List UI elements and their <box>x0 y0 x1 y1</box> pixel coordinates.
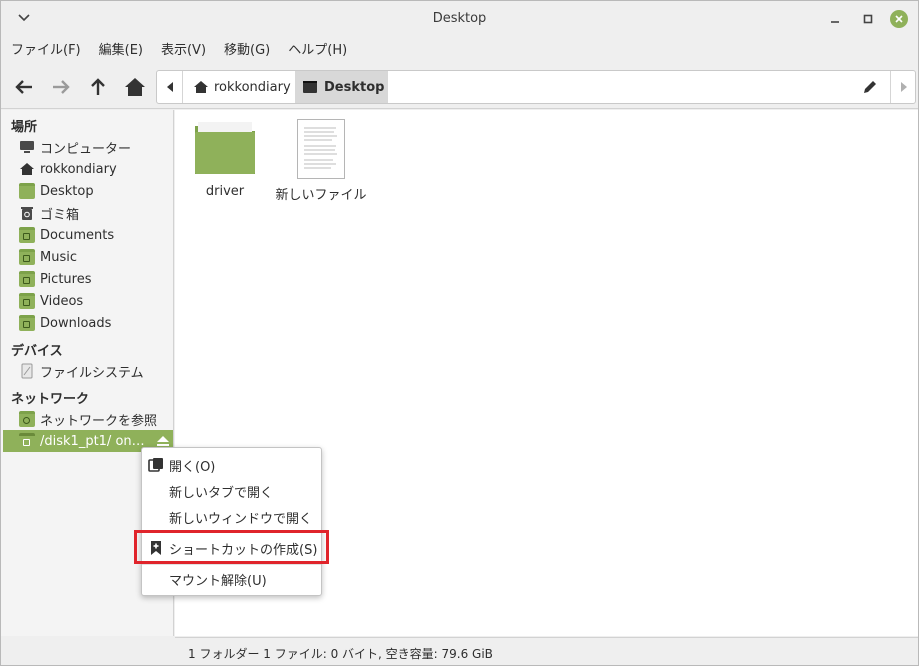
arrow-left-icon <box>15 80 32 94</box>
sidebar-item-trash[interactable]: ゴミ箱 <box>3 202 173 224</box>
window-title: Desktop <box>432 11 487 26</box>
minimize-icon <box>831 21 839 23</box>
close-button[interactable] <box>890 10 908 28</box>
sidebar-header-devices: デバイス <box>11 344 63 359</box>
computer-icon <box>20 141 34 153</box>
sidebar-header-network: ネットワーク <box>11 392 90 407</box>
sidebar-item-downloads[interactable]: Downloads <box>3 312 173 334</box>
triangle-right-icon <box>900 82 907 92</box>
arrow-right-icon <box>53 80 70 94</box>
title-bar[interactable]: Desktop <box>1 1 918 37</box>
file-item-folder[interactable]: driver <box>175 118 275 199</box>
sidebar-item-desktop[interactable]: Desktop <box>3 180 173 202</box>
menu-separator <box>142 564 321 565</box>
music-folder-icon <box>19 249 35 265</box>
triangle-left-icon <box>166 82 173 92</box>
drive-icon <box>21 363 33 379</box>
toolbar: rokkondiary Desktop <box>1 65 918 109</box>
minimize-button[interactable] <box>826 10 844 28</box>
sidebar-item-label: ネットワークを参照 <box>40 413 158 429</box>
home-icon <box>20 163 34 175</box>
folder-icon <box>195 122 255 174</box>
sidebar-item-home[interactable]: rokkondiary <box>3 158 173 180</box>
status-text: 1 フォルダー 1 ファイル: 0 バイト, 空き容量: 79.6 GiB <box>188 647 493 661</box>
menu-go[interactable]: 移動(G) <box>215 39 279 63</box>
downloads-folder-icon <box>19 315 35 331</box>
sidebar-item-label: ゴミ箱 <box>40 207 80 223</box>
menu-item-label: 新しいウィンドウで開く <box>169 511 313 527</box>
home-button[interactable] <box>122 75 148 99</box>
sidebar-item-label: /disk1_pt1/ on ... <box>40 433 148 449</box>
menu-item-open-new-window[interactable]: 新しいウィンドウで開く <box>142 504 321 530</box>
sidebar-item-label: Desktop <box>40 183 94 199</box>
breadcrumb-home-label: rokkondiary <box>214 79 291 95</box>
breadcrumb-home[interactable]: rokkondiary <box>184 71 304 103</box>
home-icon <box>194 81 208 93</box>
sidebar-item-filesystem[interactable]: ファイルシステム <box>3 360 173 382</box>
status-bar: 1 フォルダー 1 ファイル: 0 バイト, 空き容量: 79.6 GiB <box>175 637 918 665</box>
sidebar-item-label: Pictures <box>40 271 92 287</box>
menu-help[interactable]: ヘルプ(H) <box>279 39 356 63</box>
sidebar-item-pictures[interactable]: Pictures <box>3 268 173 290</box>
sidebar-item-label: コンピューター <box>40 141 132 157</box>
maximize-button[interactable] <box>859 10 877 28</box>
up-button[interactable] <box>85 75 111 99</box>
sidebar-item-label: ファイルシステム <box>40 365 144 381</box>
network-share-icon <box>19 433 35 449</box>
forward-button[interactable] <box>48 75 74 99</box>
file-label: 新しいファイル <box>275 188 367 203</box>
menu-item-label: マウント解除(U) <box>169 573 267 589</box>
pencil-icon[interactable] <box>862 79 878 95</box>
eject-icon[interactable] <box>156 434 170 448</box>
sidebar-item-label: rokkondiary <box>40 161 117 177</box>
breadcrumb-current[interactable]: Desktop <box>295 71 388 103</box>
pictures-folder-icon <box>19 271 35 287</box>
arrow-up-icon <box>91 78 105 95</box>
menu-edit[interactable]: 編集(E) <box>90 39 152 63</box>
open-icon <box>148 458 163 472</box>
desktop-folder-icon <box>303 81 317 93</box>
path-scroll-right-button[interactable] <box>890 71 915 103</box>
maximize-icon <box>863 14 873 24</box>
menu-item-open[interactable]: 開く(O) <box>142 452 321 478</box>
sidebar-header-places: 場所 <box>11 120 38 135</box>
file-label: driver <box>205 184 245 199</box>
network-folder-icon <box>19 411 35 427</box>
sidebar-item-label: Documents <box>40 227 115 243</box>
menu-view[interactable]: 表示(V) <box>152 39 215 63</box>
breadcrumb-current-label: Desktop <box>324 79 385 95</box>
sidebar-item-browse-network[interactable]: ネットワークを参照 <box>3 408 173 430</box>
menu-file[interactable]: ファイル(F) <box>1 39 90 63</box>
trash-icon <box>21 207 33 220</box>
sidebar-item-label: Downloads <box>40 315 112 331</box>
text-file-icon <box>297 119 345 179</box>
close-icon <box>895 15 903 23</box>
menu-bar: ファイル(F) 編集(E) 表示(V) 移動(G) ヘルプ(H) <box>1 39 356 63</box>
desktop-folder-icon <box>19 183 35 199</box>
sidebar-item-videos[interactable]: Videos <box>3 290 173 312</box>
sidebar-item-label: Videos <box>40 293 84 309</box>
sidebar-item-computer[interactable]: コンピューター <box>3 136 173 158</box>
menu-item-open-new-tab[interactable]: 新しいタブで開く <box>142 478 321 504</box>
videos-folder-icon <box>19 293 35 309</box>
path-bar: rokkondiary Desktop <box>156 70 916 104</box>
context-menu: 開く(O) 新しいタブで開く 新しいウィンドウで開く ショートカットの作成(S)… <box>141 447 322 596</box>
menu-item-label: 新しいタブで開く <box>169 485 274 501</box>
back-button[interactable] <box>11 75 37 99</box>
file-item-text[interactable]: 新しいファイル <box>271 118 371 203</box>
documents-folder-icon <box>19 227 35 243</box>
menu-item-unmount[interactable]: マウント解除(U) <box>142 566 321 592</box>
file-manager-window: Desktop ファイル(F) 編集(E) 表示(V) 移動(G) ヘルプ(H) <box>0 0 919 666</box>
path-scroll-left-button[interactable] <box>157 71 183 103</box>
sidebar-item-documents[interactable]: Documents <box>3 224 173 246</box>
sidebar-item-label: Music <box>40 249 77 265</box>
sidebar-item-music[interactable]: Music <box>3 246 173 268</box>
home-icon <box>125 78 145 96</box>
menu-item-label: 開く(O) <box>169 459 216 475</box>
highlight-annotation <box>134 530 329 564</box>
